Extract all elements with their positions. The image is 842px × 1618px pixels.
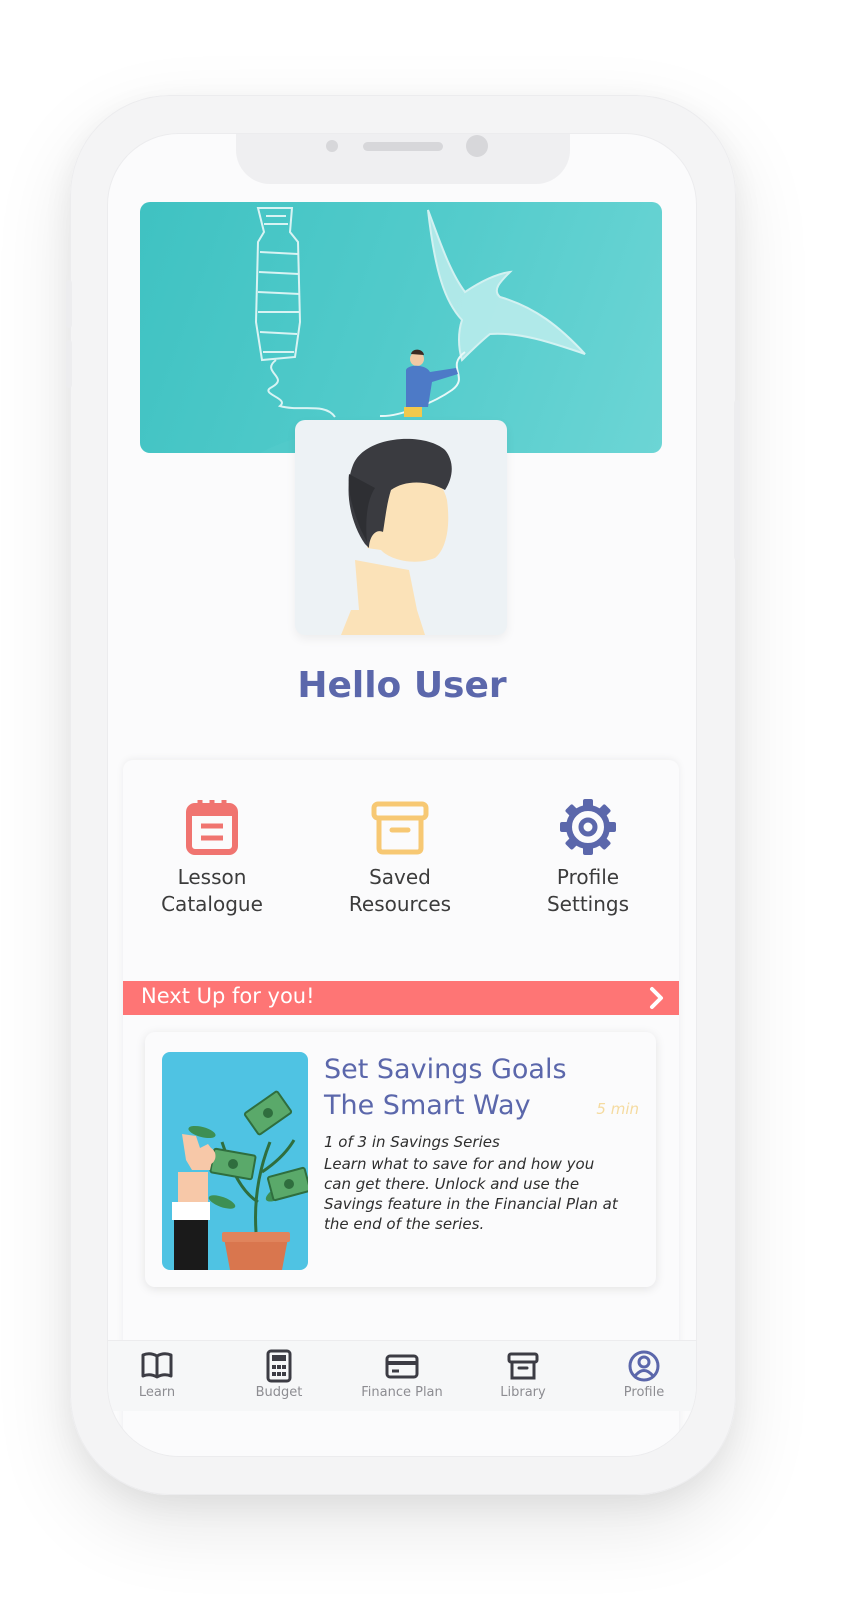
page-title: Hello User [297,665,507,706]
tab-profile[interactable]: Profile [589,1349,696,1400]
next-up-banner[interactable]: Next Up for you! [123,981,679,1015]
user-circle-icon [628,1350,660,1382]
quick-action-label: Saved Resources [348,865,452,916]
lesson-catalogue-button[interactable]: Lesson Catalogue [132,798,292,918]
credit-card-icon [385,1354,419,1379]
tab-label: Budget [255,1385,303,1400]
phone-screen: Hello User Lesson Catalogue Saved Resour… [107,133,697,1457]
tab-label: Library [500,1385,546,1400]
phone-volume-button [66,340,72,388]
phone-volume-button [66,280,72,328]
phone-notch [236,134,570,184]
profile-cover-banner [140,202,662,453]
bottom-tab-bar: Learn Budget Finance Plan Library Profil… [108,1340,696,1411]
cover-illustration [254,207,586,453]
lesson-card[interactable]: Set Savings Goals The Smart Way 5 min 1 … [145,1032,656,1287]
lesson-description: Learn what to save for and how you can g… [324,1155,618,1233]
lesson-title: Set Savings Goals The Smart Way [324,1054,567,1121]
chevron-right-icon[interactable] [649,986,665,1010]
avatar[interactable] [295,420,507,635]
man-figure [404,349,458,417]
tab-budget[interactable]: Budget [224,1349,334,1400]
lesson-thumbnail [162,1052,308,1270]
tab-label: Learn [138,1385,176,1400]
tab-label: Finance Plan [361,1385,443,1400]
gear-icon [560,799,616,855]
tab-library[interactable]: Library [468,1349,578,1400]
money-plant-illustration [172,1090,308,1270]
profile-settings-button[interactable]: Profile Settings [508,798,668,918]
quick-action-label: Lesson Catalogue [161,865,263,916]
calculator-icon [266,1349,292,1383]
quick-action-label: Profile Settings [546,865,630,916]
next-up-title: Next Up for you! [141,984,315,1008]
lesson-duration: 5 min [596,1100,639,1118]
tab-learn[interactable]: Learn [108,1349,212,1400]
tab-label: Profile [623,1385,665,1400]
tab-finance-plan[interactable]: Finance Plan [347,1349,457,1400]
phone-side-button [734,400,740,560]
book-icon [141,1352,173,1379]
saved-resources-button[interactable]: Saved Resources [320,798,480,918]
user-avatar-illustration [341,438,452,635]
notepad-icon [186,800,238,855]
archive-icon [507,1352,539,1380]
lesson-series: 1 of 3 in Savings Series [324,1133,500,1151]
archive-box-icon [371,801,429,855]
